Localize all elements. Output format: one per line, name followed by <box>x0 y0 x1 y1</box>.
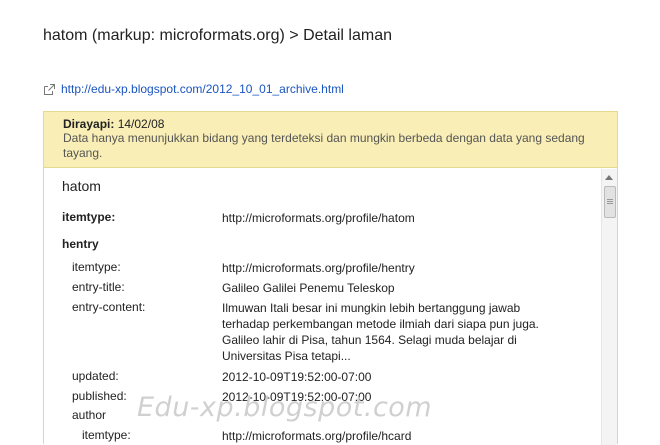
grip-line <box>607 203 613 204</box>
entry-content-value: Ilmuwan Itali besar ini mungkin lebih be… <box>222 301 539 363</box>
page-url-link[interactable]: http://edu-xp.blogspot.com/2012_10_01_ar… <box>61 82 344 96</box>
crawled-label: Dirayapi: <box>63 117 115 131</box>
hentry-itemtype-value: http://microformats.org/profile/hentry <box>222 261 415 275</box>
external-link-icon[interactable] <box>43 83 56 96</box>
itemtype-label: itemtype: <box>62 210 116 224</box>
author-itemtype-value: http://microformats.org/profile/hcard <box>222 429 412 443</box>
entry-content-label: entry-content: <box>72 300 146 314</box>
scrollbar-thumb[interactable] <box>604 186 616 218</box>
item-type-heading: hatom <box>62 178 101 194</box>
published-label: published: <box>72 389 127 403</box>
itemtype-value: http://microformats.org/profile/hatom <box>222 211 415 225</box>
hentry-itemtype-label: itemtype: <box>72 260 121 274</box>
grip-line <box>607 201 613 202</box>
crawled-info: Dirayapi: 14/02/08 <box>63 117 164 131</box>
scroll-up-arrow-icon[interactable] <box>605 175 613 180</box>
vertical-scrollbar[interactable] <box>601 169 617 445</box>
watermark: Edu-xp.blogspot.com <box>137 392 433 423</box>
page-title: hatom (markup: microformats.org) > Detai… <box>43 27 392 44</box>
author-itemtype-label: itemtype: <box>82 428 131 442</box>
data-notice: Data hanya menunjukkan bidang yang terde… <box>63 131 585 160</box>
entry-title-label: entry-title: <box>72 280 125 294</box>
updated-label: updated: <box>72 369 119 383</box>
author-label: author <box>72 408 107 422</box>
grip-line <box>607 199 613 200</box>
entry-title-value: Galileo Galilei Penemu Teleskop <box>222 281 395 295</box>
crawled-date: 14/02/08 <box>117 117 165 131</box>
url-row: http://edu-xp.blogspot.com/2012_10_01_ar… <box>43 81 344 97</box>
updated-value: 2012-10-09T19:52:00-07:00 <box>222 370 372 384</box>
hentry-heading: hentry <box>62 237 99 251</box>
